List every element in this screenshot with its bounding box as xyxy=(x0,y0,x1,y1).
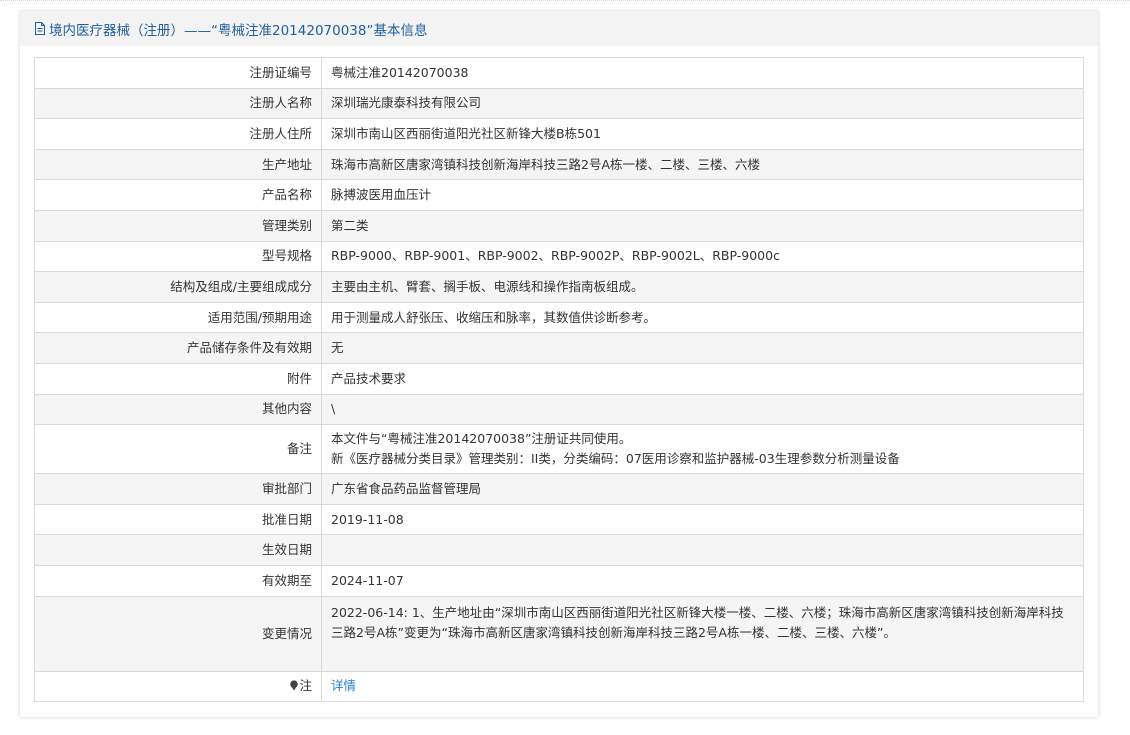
row-label: 管理类别 xyxy=(34,209,322,242)
table-row: 结构及组成/主要组成成分 主要由主机、臂套、搁手板、电源线和操作指南板组成。 xyxy=(34,271,1084,303)
row-label: 适用范围/预期用途 xyxy=(34,301,322,334)
table-row: 变更情况 2022-06-14: 1、生产地址由“深圳市南山区西丽街道阳光社区新… xyxy=(34,595,1084,672)
table-row: 批准日期 2019-11-08 xyxy=(34,503,1084,536)
row-value xyxy=(321,534,1084,566)
row-value: 用于测量成人舒张压、收缩压和脉率，其数值供诊断参考。 xyxy=(321,301,1084,334)
table-row: 审批部门 广东省食品药品监督管理局 xyxy=(34,473,1084,505)
row-label: 注册人名称 xyxy=(34,87,322,120)
table-row: 型号规格 RBP-9000、RBP-9001、RBP-9002、RBP-9002… xyxy=(34,240,1084,273)
top-dotted-divider xyxy=(0,0,1130,1)
panel-title: 境内医疗器械（注册）——“粤械注准20142070038”基本信息 xyxy=(49,22,428,39)
row-label: 审批部门 xyxy=(34,473,322,505)
table-row: 生产地址 珠海市高新区唐家湾镇科技创新海岸科技三路2号A栋一楼、二楼、三楼、六楼 xyxy=(34,148,1084,181)
row-value: 第二类 xyxy=(321,209,1084,242)
table-row: 注册证编号 粤械注准20142070038 xyxy=(34,57,1084,89)
table-row: 附件 产品技术要求 xyxy=(34,362,1084,395)
details-link[interactable]: 详情 xyxy=(331,678,356,693)
row-value: 深圳市南山区西丽街道阳光社区新锋大楼B栋501 xyxy=(321,118,1084,150)
row-label: 生产地址 xyxy=(34,148,322,181)
table-row: 产品名称 脉搏波医用血压计 xyxy=(34,179,1084,211)
basic-info-panel: 境内医疗器械（注册）——“粤械注准20142070038”基本信息 注册证编号 … xyxy=(20,11,1098,717)
row-label: 生效日期 xyxy=(34,534,322,566)
row-label: 有效期至 xyxy=(34,564,322,597)
table-row: 适用范围/预期用途 用于测量成人舒张压、收缩压和脉率，其数值供诊断参考。 xyxy=(34,301,1084,334)
note-value-cell: 详情 xyxy=(321,670,1084,703)
row-value: 粤械注准20142070038 xyxy=(321,57,1084,89)
row-label: 其他内容 xyxy=(34,393,322,426)
note-label-cell: 注 xyxy=(34,670,322,703)
row-value: 深圳瑞光康泰科技有限公司 xyxy=(321,87,1084,120)
row-label: 附件 xyxy=(34,362,322,395)
row-label: 产品储存条件及有效期 xyxy=(34,332,322,364)
row-value: 主要由主机、臂套、搁手板、电源线和操作指南板组成。 xyxy=(321,271,1084,303)
row-value: 珠海市高新区唐家湾镇科技创新海岸科技三路2号A栋一楼、二楼、三楼、六楼 xyxy=(321,148,1084,181)
document-icon xyxy=(35,22,45,35)
table-row: 产品储存条件及有效期 无 xyxy=(34,332,1084,364)
row-value: 脉搏波医用血压计 xyxy=(321,179,1084,211)
table-row: 备注 本文件与“粤械注准20142070038”注册证共同使用。 新《医疗器械分… xyxy=(34,424,1084,475)
row-label: 注 xyxy=(299,678,312,694)
row-value: \ xyxy=(321,393,1084,426)
row-label: 注册人住所 xyxy=(34,118,322,150)
row-label: 变更情况 xyxy=(34,595,322,672)
row-value: RBP-9000、RBP-9001、RBP-9002、RBP-9002P、RBP… xyxy=(321,240,1084,273)
table-row: 注册人住所 深圳市南山区西丽街道阳光社区新锋大楼B栋501 xyxy=(34,118,1084,150)
pin-icon xyxy=(290,680,299,691)
row-label: 结构及组成/主要组成成分 xyxy=(34,271,322,303)
row-value: 2022-06-14: 1、生产地址由“深圳市南山区西丽街道阳光社区新锋大楼一楼… xyxy=(321,595,1084,672)
panel-header: 境内医疗器械（注册）——“粤械注准20142070038”基本信息 xyxy=(20,11,1098,46)
table-row: 注册人名称 深圳瑞光康泰科技有限公司 xyxy=(34,87,1084,120)
row-label: 注册证编号 xyxy=(34,57,322,89)
row-label: 产品名称 xyxy=(34,179,322,211)
info-table: 注册证编号 粤械注准20142070038 注册人名称 深圳瑞光康泰科技有限公司… xyxy=(34,57,1084,703)
row-value: 本文件与“粤械注准20142070038”注册证共同使用。 新《医疗器械分类目录… xyxy=(321,424,1084,475)
row-value: 广东省食品药品监督管理局 xyxy=(321,473,1084,505)
table-row: 有效期至 2024-11-07 xyxy=(34,564,1084,597)
table-row: 注 详情 xyxy=(34,670,1084,703)
row-label: 批准日期 xyxy=(34,503,322,536)
row-value: 2024-11-07 xyxy=(321,564,1084,597)
table-row: 生效日期 xyxy=(34,534,1084,566)
row-value: 产品技术要求 xyxy=(321,362,1084,395)
table-row: 其他内容 \ xyxy=(34,393,1084,426)
row-value: 2019-11-08 xyxy=(321,503,1084,536)
row-label: 型号规格 xyxy=(34,240,322,273)
table-row: 管理类别 第二类 xyxy=(34,209,1084,242)
row-value: 无 xyxy=(321,332,1084,364)
row-label: 备注 xyxy=(34,424,322,475)
